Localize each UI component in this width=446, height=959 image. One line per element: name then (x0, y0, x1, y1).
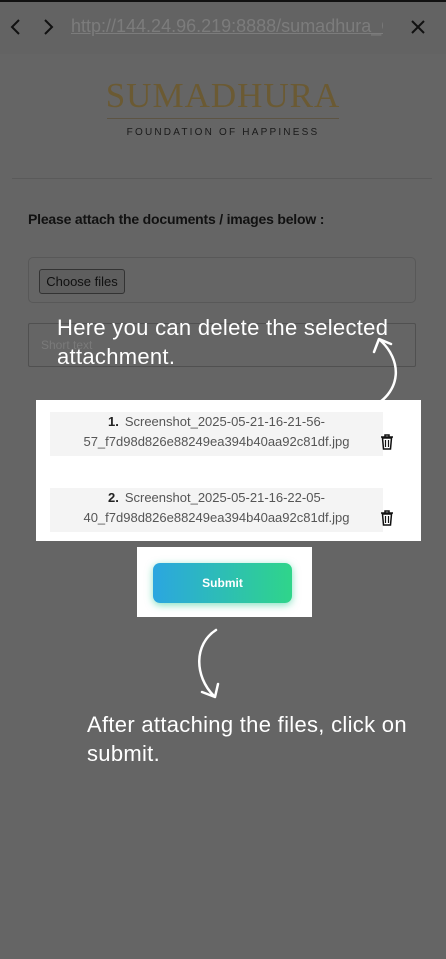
curved-arrow-up-icon (372, 337, 397, 408)
logo-wordmark: SUMADHURA (105, 76, 341, 115)
attachments-highlight: 1. Screenshot_2025-05-21-16-21-56- 57_f7d… (36, 400, 421, 541)
curved-arrow-down-icon (198, 628, 220, 699)
attachment-number: 2. (107, 490, 119, 505)
attachment-name-line2: 40_f7d98d826e88249ea394b40aa92c81df.jpg (83, 510, 350, 525)
submit-highlight: Submit (137, 547, 312, 617)
logo-rule (107, 118, 339, 119)
chevron-right-icon[interactable] (38, 16, 58, 38)
attachment-name-line1: Screenshot_2025-05-21-16-21-56- (124, 414, 326, 429)
header-divider (12, 178, 432, 179)
close-icon[interactable] (408, 16, 428, 38)
browser-toolbar: http://144.24.96.219:8888/sumadhura_C (0, 0, 446, 54)
submit-button[interactable]: Submit (153, 563, 292, 603)
file-upload-field: Choose files (28, 257, 416, 303)
trash-icon[interactable] (380, 510, 394, 526)
trash-icon[interactable] (380, 434, 394, 450)
chevron-left-icon[interactable] (6, 16, 26, 38)
attachment-name-line2: 57_f7d98d826e88249ea394b40aa92c81df.jpg (83, 434, 350, 449)
choose-files-button[interactable]: Choose files (39, 269, 125, 294)
address-bar-url[interactable]: http://144.24.96.219:8888/sumadhura_C (71, 16, 383, 37)
attachment-number: 1. (107, 414, 119, 429)
logo-tagline: FOUNDATION OF HAPPINESS (126, 127, 320, 138)
delete-callout-text: Here you can delete the selected attachm… (57, 315, 389, 369)
attachment-name-line1: Screenshot_2025-05-21-16-22-05- (124, 490, 326, 505)
attach-instruction: Please attach the documents / images bel… (28, 211, 325, 227)
attachment-item: 1. Screenshot_2025-05-21-16-21-56- 57_f7d… (50, 412, 393, 456)
attachment-item: 2. Screenshot_2025-05-21-16-22-05- 40_f7d… (50, 488, 393, 532)
submit-callout-text: After attaching the files, click on subm… (87, 712, 407, 766)
brand-logo: SUMADHURA FOUNDATION OF HAPPINESS (0, 76, 446, 138)
